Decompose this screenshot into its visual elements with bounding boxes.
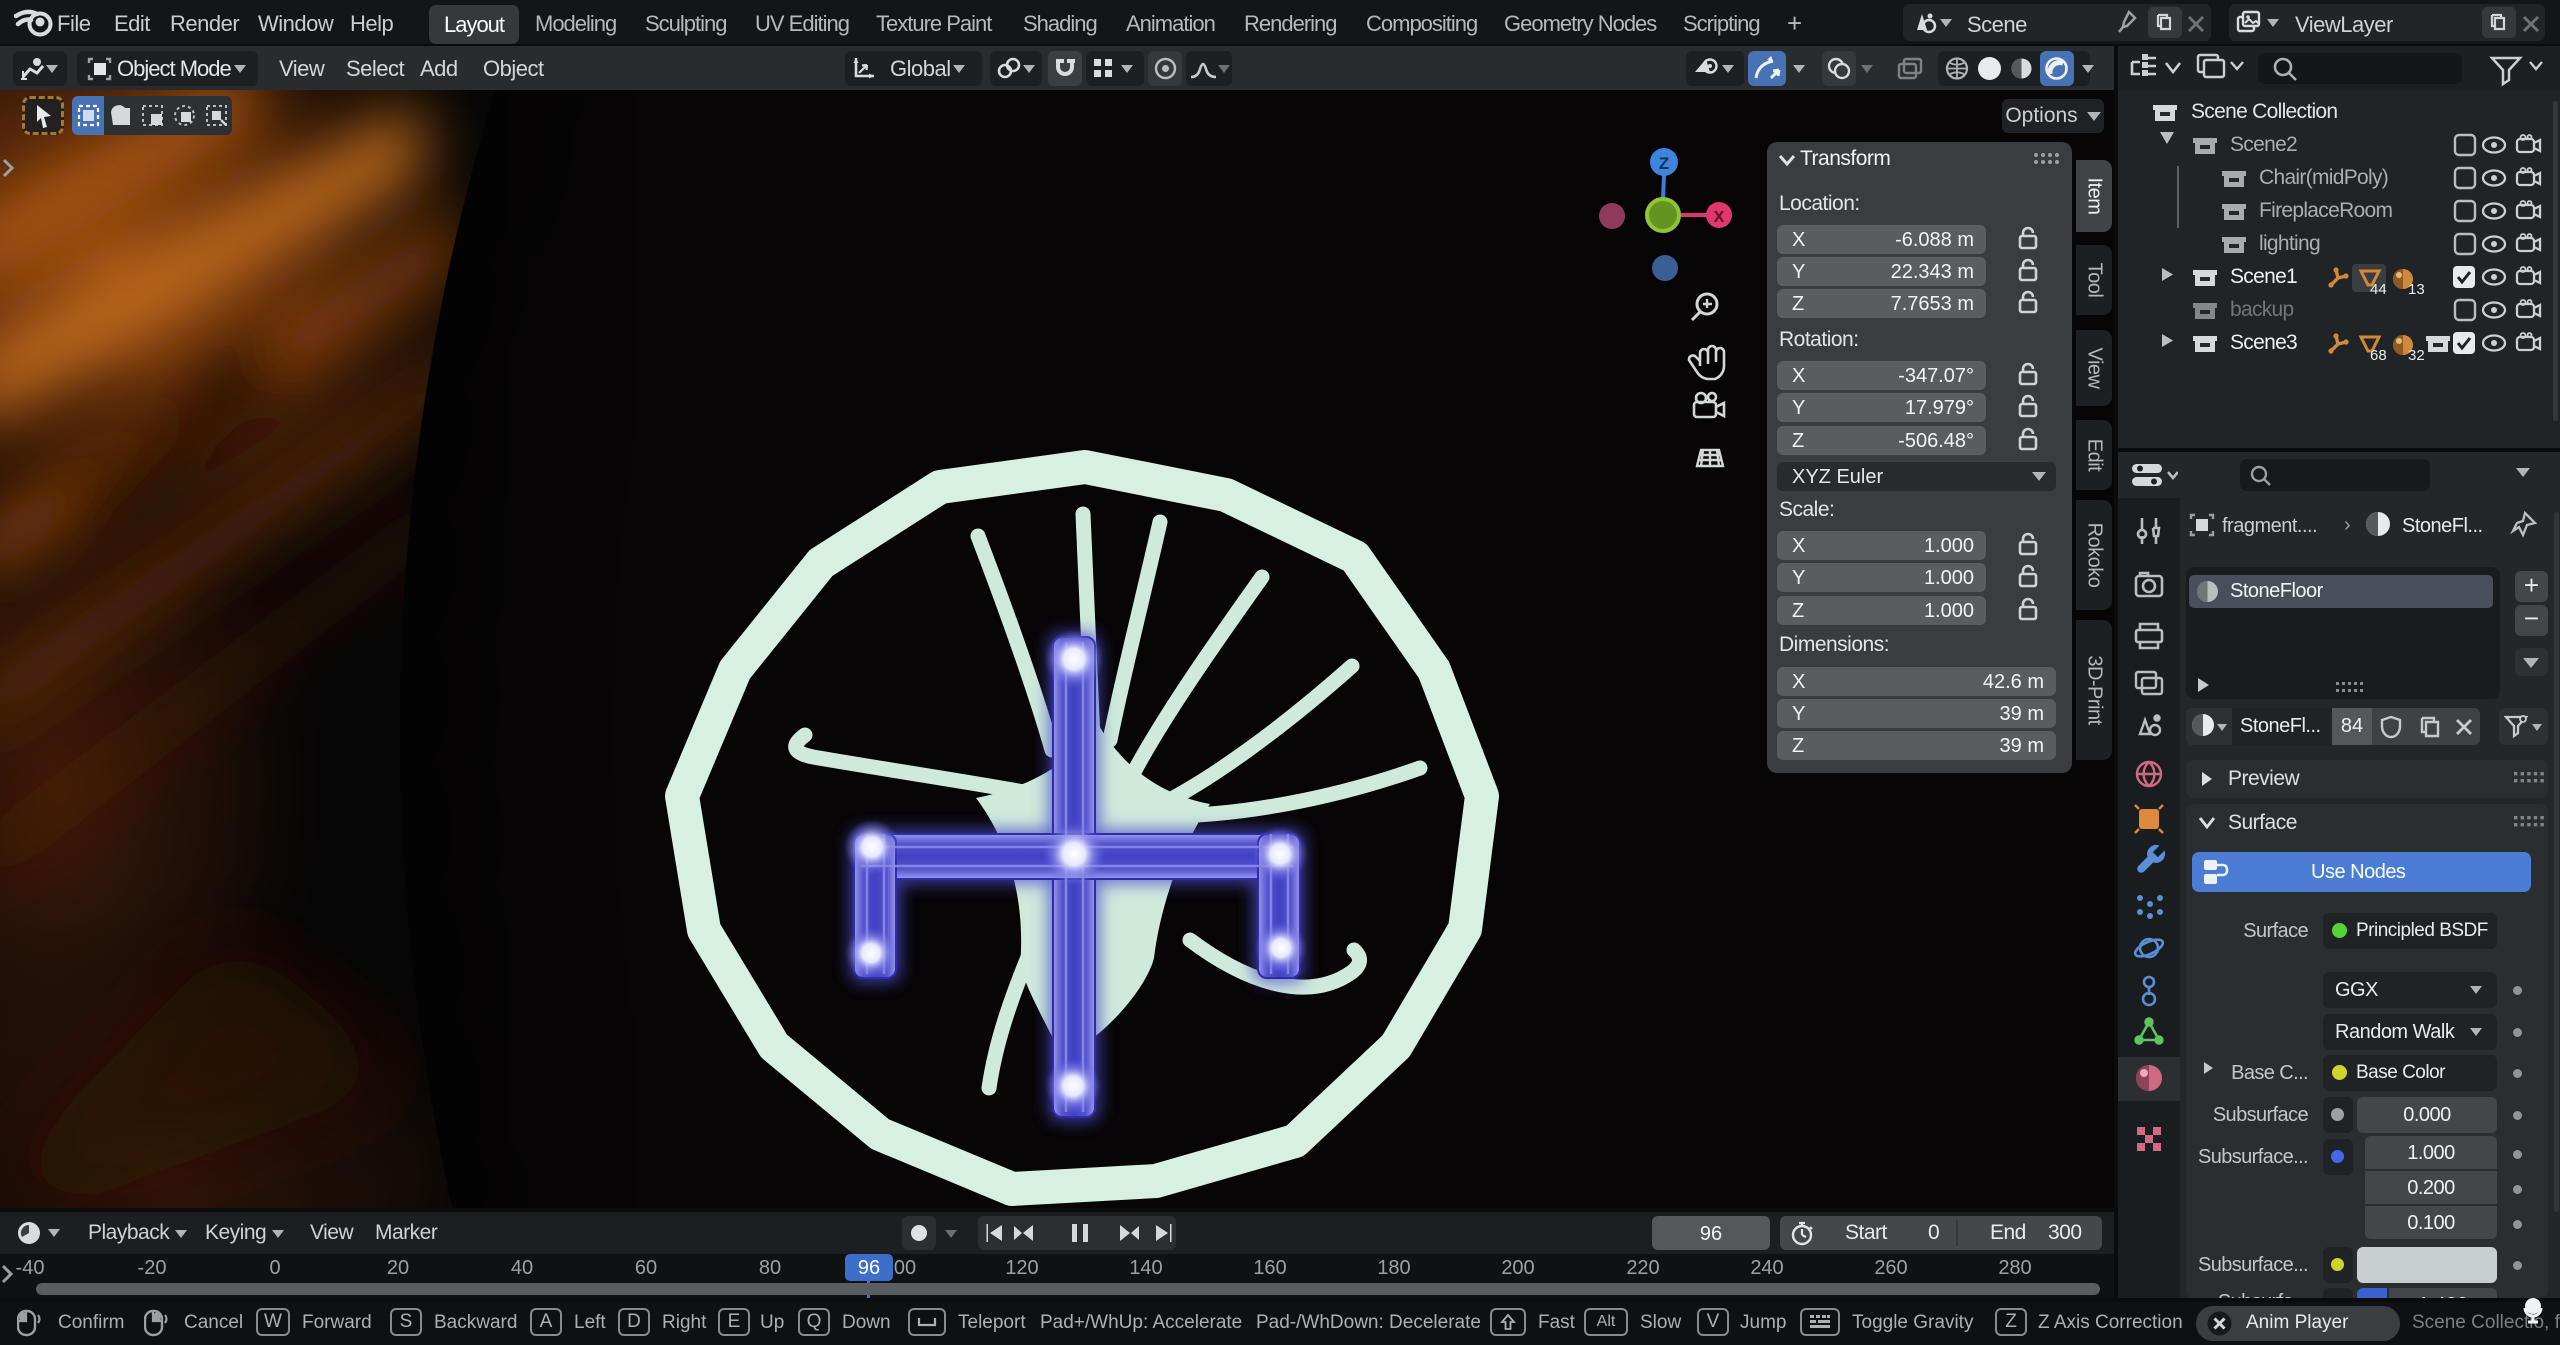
svg-text:X: X xyxy=(1714,209,1725,226)
svg-text:Z: Z xyxy=(1659,154,1669,173)
